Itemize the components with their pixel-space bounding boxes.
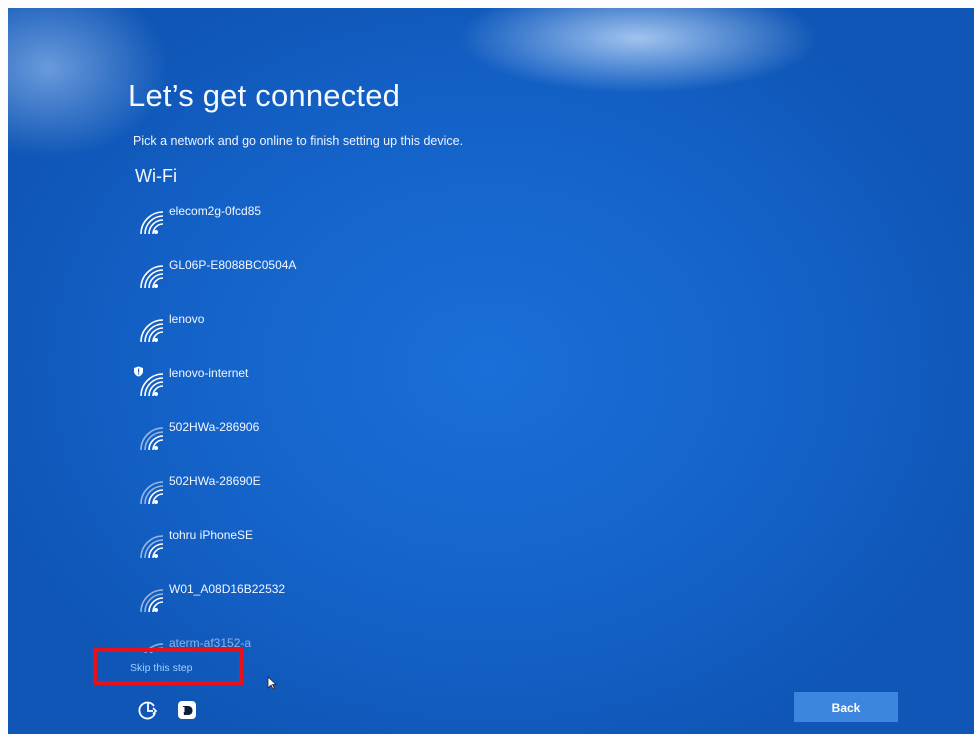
page-title: Let’s get connected	[128, 78, 401, 113]
network-item[interactable]: W01_A08D16B22532	[133, 576, 533, 630]
wifi-signal-icon	[140, 265, 164, 289]
ease-of-access-icon[interactable]	[136, 698, 160, 722]
wifi-signal-icon	[140, 481, 164, 505]
network-name: 502HWa-28690E	[169, 474, 261, 488]
wifi-section-label: Wi-Fi	[135, 166, 177, 186]
wifi-signal-icon	[140, 535, 164, 559]
wifi-network-list[interactable]: elecom2g-0fcd85 GL06P-E8088BC0504A lenov…	[133, 198, 533, 653]
narrator-icon[interactable]	[175, 698, 199, 722]
network-name: W01_A08D16B22532	[169, 582, 286, 596]
network-item[interactable]: 502HWa-286906	[133, 414, 533, 468]
oobe-screen: Let’s get connected Pick a network and g…	[8, 8, 974, 734]
network-name: lenovo-internet	[169, 366, 249, 380]
network-item[interactable]: GL06P-E8088BC0504A	[133, 252, 533, 306]
network-item[interactable]: lenovo-internet	[133, 360, 533, 414]
wifi-signal-icon	[140, 211, 164, 235]
network-name: tohru iPhoneSE	[169, 528, 254, 542]
photo-frame: Let’s get connected Pick a network and g…	[0, 0, 977, 736]
wifi-signal-icon	[140, 589, 164, 613]
network-item[interactable]: tohru iPhoneSE	[133, 522, 533, 576]
page-subtitle: Pick a network and go online to finish s…	[133, 134, 464, 148]
wifi-signal-icon	[140, 427, 164, 451]
mouse-cursor-icon	[267, 676, 277, 690]
network-name: 502HWa-286906	[169, 420, 260, 434]
skip-this-step-link[interactable]: Skip this step	[130, 662, 192, 674]
network-name: GL06P-E8088BC0504A	[169, 258, 297, 272]
back-button[interactable]: Back	[794, 692, 898, 722]
wifi-signal-icon	[140, 373, 164, 397]
network-name: lenovo	[169, 312, 205, 326]
network-item[interactable]: elecom2g-0fcd85	[133, 198, 533, 252]
network-item[interactable]: 502HWa-28690E	[133, 468, 533, 522]
wifi-signal-icon	[140, 319, 164, 343]
network-name: elecom2g-0fcd85	[169, 204, 262, 218]
network-item[interactable]: lenovo	[133, 306, 533, 360]
